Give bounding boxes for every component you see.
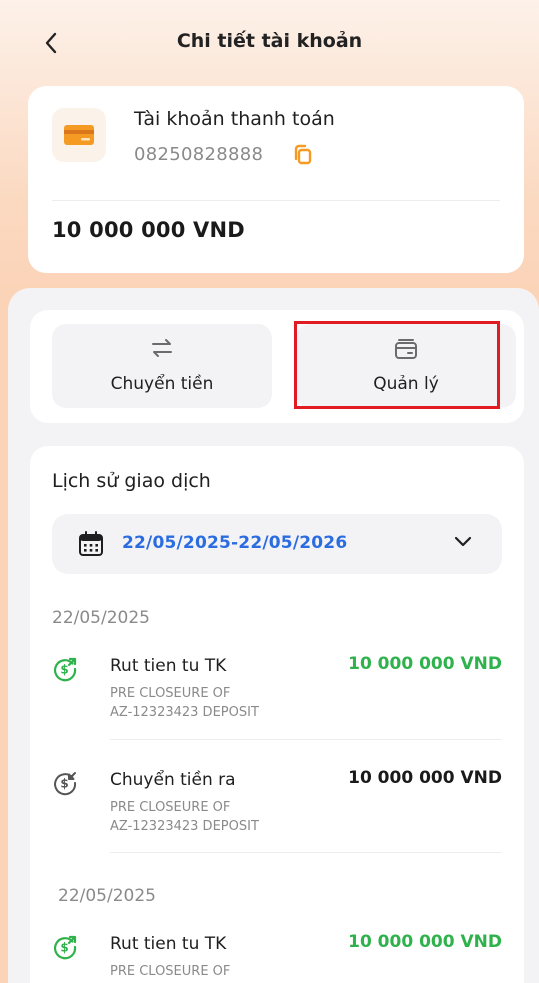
transaction-description: PRE CLOSEURE OF — [110, 962, 310, 981]
description-line: AZ-12323423 DEPOSIT — [110, 819, 259, 834]
divider — [52, 200, 500, 201]
money-out-icon: $ — [54, 772, 77, 796]
transaction-history: Lịch sử giao dịch 22/05/2025-22/05/2026 … — [30, 446, 524, 983]
description-line: PRE CLOSEURE OF — [110, 686, 231, 701]
date-range-value: 22/05/2025-22/05/2026 — [122, 533, 348, 553]
money-in-icon: $ — [54, 657, 77, 682]
transaction-name: Rut tien tu TK — [110, 656, 227, 676]
transfer-arrows-icon — [152, 339, 172, 357]
svg-text:$: $ — [60, 777, 68, 791]
quick-actions: Chuyển tiền Quản lý — [30, 310, 524, 423]
svg-text:$: $ — [60, 663, 68, 677]
date-range-filter[interactable]: 22/05/2025-22/05/2026 — [52, 514, 502, 574]
transaction-description: PRE CLOSEURE OF AZ-12323423 DEPOSIT — [110, 798, 310, 836]
transaction-description: PRE CLOSEURE OF AZ-12323423 DEPOSIT — [110, 684, 310, 722]
chevron-down-icon — [454, 536, 472, 547]
transfer-button-label: Chuyển tiền — [110, 374, 214, 394]
calendar-icon — [79, 531, 103, 556]
account-name: Tài khoản thanh toán — [134, 108, 335, 130]
transaction-item[interactable]: $ Chuyển tiền ra 10 000 000 VND PRE CLOS… — [30, 762, 524, 862]
transaction-amount: 10 000 000 VND — [348, 654, 502, 674]
page-title: Chi tiết tài khoản — [176, 30, 363, 52]
description-line: PRE CLOSEURE OF — [110, 800, 231, 815]
transaction-date: 22/05/2025 — [58, 886, 156, 906]
transaction-name: Rut tien tu TK — [110, 934, 227, 954]
transaction-date: 22/05/2025 — [52, 608, 150, 628]
transfer-button[interactable]: Chuyển tiền — [52, 324, 272, 408]
card-icon — [64, 125, 94, 145]
divider — [110, 852, 502, 853]
description-line: AZ-12323423 DEPOSIT — [110, 705, 259, 720]
description-line: PRE CLOSEURE OF — [110, 964, 231, 979]
manage-button[interactable]: Quản lý — [296, 324, 516, 408]
transaction-amount: 10 000 000 VND — [348, 768, 502, 788]
money-in-icon: $ — [54, 935, 77, 960]
account-icon-box — [52, 108, 106, 162]
history-title: Lịch sử giao dịch — [52, 470, 211, 492]
account-balance: 10 000 000 VND — [52, 218, 245, 242]
account-card: Tài khoản thanh toán 08250828888 10 000 … — [28, 86, 524, 273]
transaction-item[interactable]: $ Rut tien tu TK 10 000 000 VND PRE CLOS… — [30, 648, 524, 748]
divider — [110, 739, 502, 740]
svg-text:$: $ — [60, 941, 68, 955]
transaction-item[interactable]: $ Rut tien tu TK 10 000 000 VND PRE CLOS… — [30, 926, 524, 983]
transaction-amount: 10 000 000 VND — [348, 932, 502, 952]
cards-stack-icon — [395, 339, 417, 359]
top-bar: Chi tiết tài khoản — [0, 0, 539, 86]
account-number: 08250828888 — [134, 144, 264, 165]
copy-icon[interactable] — [292, 144, 314, 166]
manage-button-label: Quản lý — [373, 374, 439, 394]
transaction-name: Chuyển tiền ra — [110, 770, 236, 790]
